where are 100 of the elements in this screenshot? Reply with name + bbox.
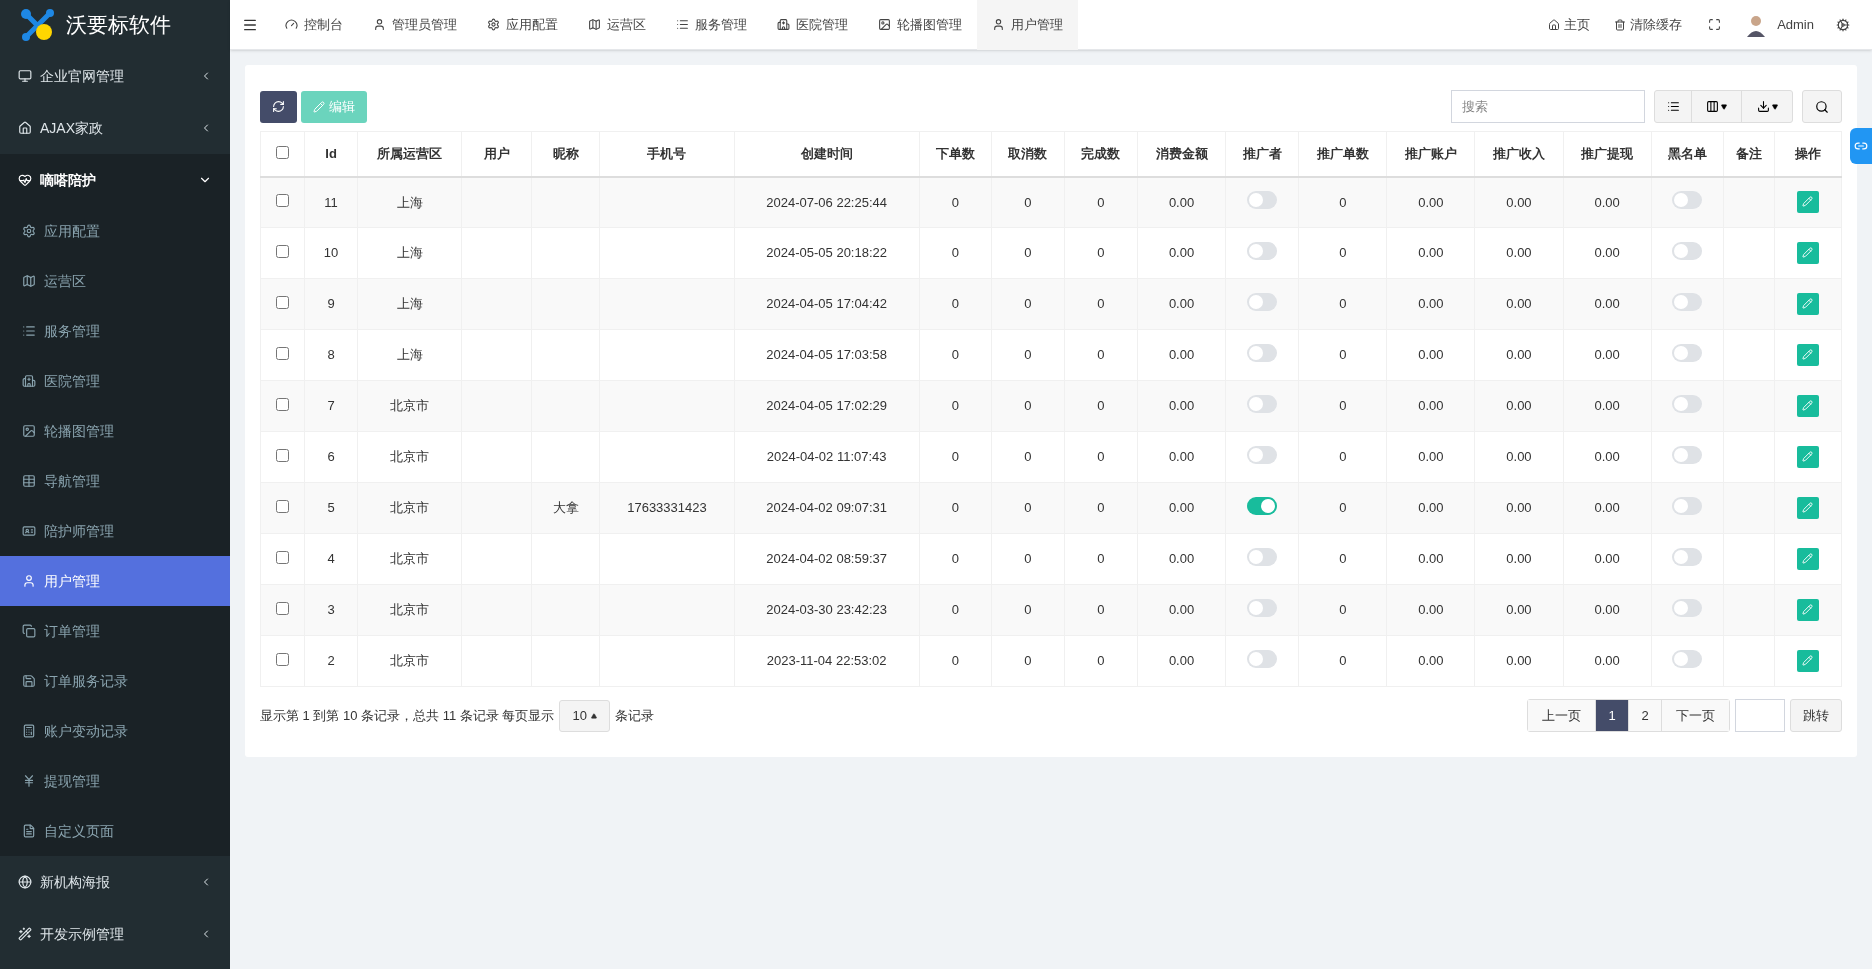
nav-tab[interactable]: 运营区: [573, 0, 661, 50]
table-cell: 0.00: [1563, 482, 1652, 534]
sidebar-item[interactable]: 服务管理: [0, 306, 230, 356]
sidebar-group[interactable]: AJAX家政: [0, 102, 230, 154]
table-cell: 0: [991, 278, 1065, 330]
toggle-switch[interactable]: [1247, 395, 1278, 413]
toggle-switch[interactable]: [1672, 293, 1703, 311]
table-cell: 0.00: [1137, 227, 1226, 279]
user-name[interactable]: Admin: [1777, 14, 1814, 35]
toggle-switch[interactable]: [1247, 242, 1278, 260]
table-cell: 0: [1064, 584, 1138, 636]
toggle-switch[interactable]: [1672, 497, 1703, 515]
prev-page-button[interactable]: 上一页: [1528, 700, 1596, 731]
sidebar-item[interactable]: 自定义页面: [0, 806, 230, 856]
toggle-switch[interactable]: [1672, 446, 1703, 464]
nav-tab[interactable]: 管理员管理: [358, 0, 472, 50]
refresh-button[interactable]: [260, 90, 297, 123]
jump-button[interactable]: 跳转: [1790, 699, 1842, 732]
nav-tab[interactable]: 轮播图管理: [863, 0, 977, 50]
table-cell: 0.00: [1563, 227, 1652, 279]
sidebar-item[interactable]: 导航管理: [0, 456, 230, 506]
row-checkbox[interactable]: [276, 296, 289, 309]
row-checkbox[interactable]: [276, 500, 289, 513]
nav-tab[interactable]: 应用配置: [472, 0, 573, 50]
edit-row-button[interactable]: [1796, 649, 1819, 672]
edit-row-button[interactable]: [1796, 190, 1819, 213]
table-cell: 北京市: [357, 380, 462, 432]
toggle-switch[interactable]: [1247, 344, 1278, 362]
table-cell: 0.00: [1386, 533, 1475, 585]
nav-tab[interactable]: 控制台: [270, 0, 358, 50]
row-checkbox[interactable]: [276, 602, 289, 615]
sidebar-item[interactable]: 订单服务记录: [0, 656, 230, 706]
table-cell: 0: [919, 482, 992, 534]
clear-cache-link[interactable]: 清除缓存: [1602, 14, 1695, 35]
sidebar-item[interactable]: 应用配置: [0, 206, 230, 256]
table-cell: 0.00: [1137, 584, 1226, 636]
toggle-switch[interactable]: [1247, 548, 1278, 566]
table-cell: 0: [991, 482, 1065, 534]
page-size-button[interactable]: 10: [559, 699, 610, 732]
row-checkbox[interactable]: [276, 551, 289, 564]
edit-row-button[interactable]: [1796, 292, 1819, 315]
edit-row-button[interactable]: [1796, 394, 1819, 417]
toggle-switch[interactable]: [1672, 191, 1703, 210]
toggle-switch[interactable]: [1672, 242, 1703, 260]
sidebar-item[interactable]: 账户变动记录: [0, 706, 230, 756]
toggle-switch[interactable]: [1672, 395, 1703, 413]
edit-row-button[interactable]: [1796, 547, 1819, 570]
page-button[interactable]: 1: [1596, 700, 1629, 731]
nav-tab[interactable]: 医院管理: [762, 0, 863, 50]
pencil-icon: [1802, 655, 1814, 666]
sidebar-item[interactable]: 运营区: [0, 256, 230, 306]
caret-icon: [1771, 103, 1778, 110]
sidebar-group[interactable]: 新机构海报: [0, 856, 230, 908]
sidebar-group[interactable]: 企业官网管理: [0, 50, 230, 102]
edit-row-button[interactable]: [1796, 496, 1819, 519]
sidebar-item[interactable]: 用户管理: [0, 556, 230, 606]
table-cell: 6: [304, 431, 358, 483]
toggle-switch[interactable]: [1672, 548, 1703, 566]
sidebar-item[interactable]: 提现管理: [0, 756, 230, 806]
row-checkbox[interactable]: [276, 398, 289, 411]
toggle-switch[interactable]: [1247, 293, 1278, 311]
edit-row-button[interactable]: [1796, 445, 1819, 468]
search-field[interactable]: 搜索: [1451, 90, 1645, 123]
toggle-switch[interactable]: [1247, 191, 1278, 210]
fullscreen-icon[interactable]: [1708, 18, 1722, 31]
page-button[interactable]: 2: [1629, 700, 1662, 731]
toggle-switch[interactable]: [1247, 599, 1278, 617]
floating-link-button[interactable]: [1850, 128, 1872, 164]
row-checkbox[interactable]: [276, 347, 289, 360]
edit-row-button[interactable]: [1796, 343, 1819, 366]
nav-tab[interactable]: 服务管理: [661, 0, 762, 50]
pencil-icon: [1802, 349, 1814, 360]
sidebar-group[interactable]: 嘀嗒陪护: [0, 154, 230, 206]
sidebar-item[interactable]: 轮播图管理: [0, 406, 230, 456]
toggle-switch[interactable]: [1672, 650, 1703, 668]
row-checkbox[interactable]: [276, 194, 289, 208]
table-cell: 2024-03-30 23:42:23: [734, 584, 920, 636]
home-link[interactable]: 主页: [1536, 14, 1603, 35]
edit-row-button[interactable]: [1796, 598, 1819, 621]
row-checkbox[interactable]: [276, 653, 289, 666]
toggle-switch[interactable]: [1247, 497, 1278, 515]
sidebar-item[interactable]: 订单管理: [0, 606, 230, 656]
nav-tab[interactable]: 用户管理: [977, 0, 1078, 50]
row-checkbox[interactable]: [276, 449, 289, 462]
toggle-switch[interactable]: [1672, 599, 1703, 617]
copy-icon: [22, 624, 36, 638]
edit-row-button[interactable]: [1796, 241, 1819, 264]
sidebar-group[interactable]: 开发示例管理: [0, 908, 230, 960]
next-page-button[interactable]: 下一页: [1662, 700, 1729, 731]
sidebar-item[interactable]: 陪护师管理: [0, 506, 230, 556]
toggle-switch[interactable]: [1247, 650, 1278, 668]
select-all-checkbox[interactable]: [276, 145, 289, 159]
settings-icon[interactable]: [1836, 17, 1850, 32]
sidebar-item[interactable]: 医院管理: [0, 356, 230, 406]
toggle-switch[interactable]: [1247, 446, 1278, 464]
search-button[interactable]: [1802, 90, 1842, 123]
toggle-switch[interactable]: [1672, 344, 1703, 362]
page-jump-field[interactable]: [1735, 699, 1785, 732]
table-cell: 2024-07-06 22:25:44: [734, 176, 920, 228]
row-checkbox[interactable]: [276, 245, 289, 258]
